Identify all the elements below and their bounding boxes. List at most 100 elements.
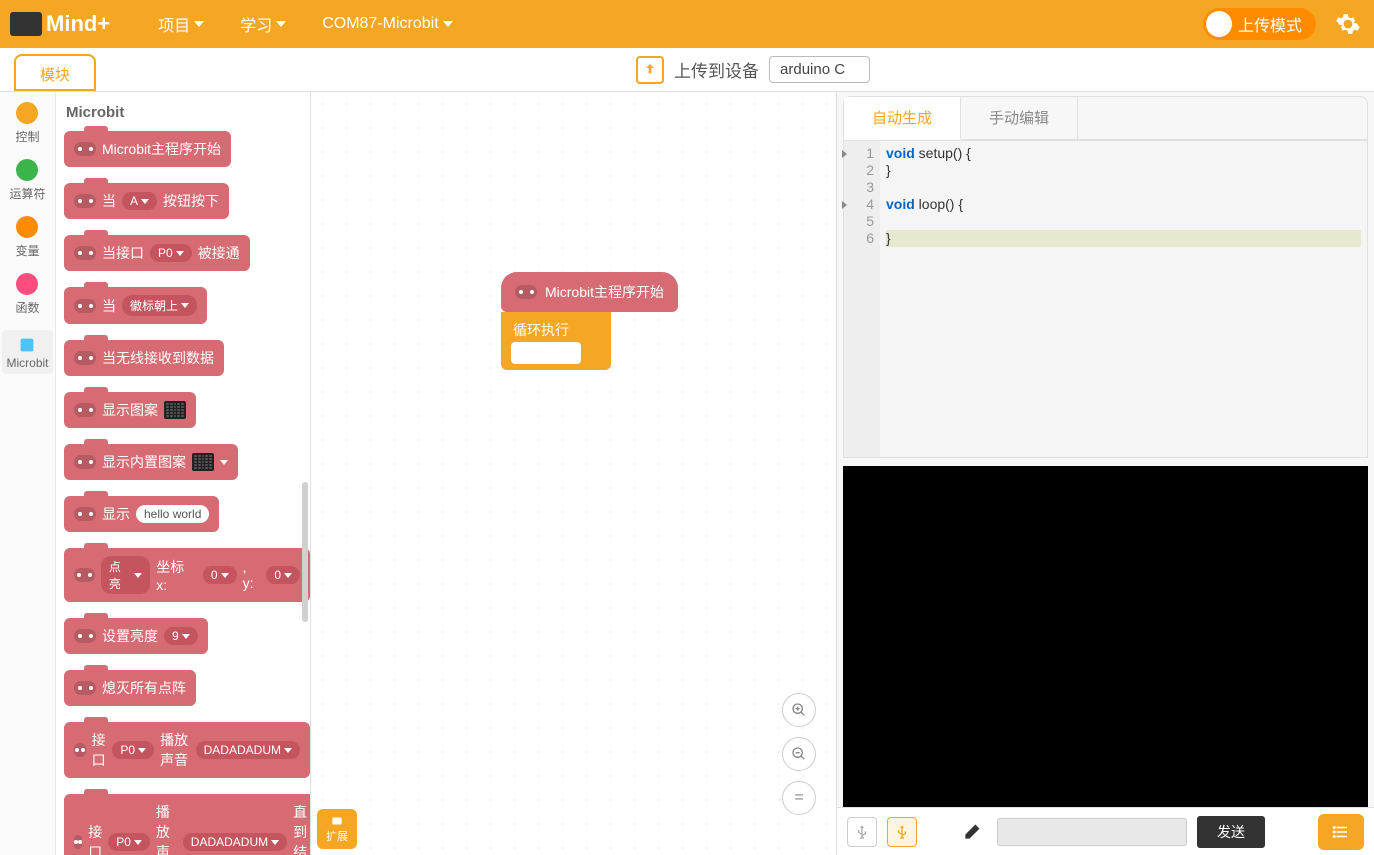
dropdown[interactable]: 0: [266, 566, 300, 584]
cat-label: 运算符: [9, 185, 45, 202]
dropdown[interactable]: 0: [203, 566, 237, 584]
list-icon: [1329, 823, 1353, 841]
block-icon: [74, 142, 96, 156]
main-area: 控制 运算符 变量 函数 Microbit Microbit Microbit主…: [0, 92, 1374, 855]
usb-icon: [894, 824, 910, 840]
block-pin-connected[interactable]: 当接口P0被接通: [64, 235, 250, 271]
serial-input[interactable]: [997, 818, 1187, 846]
dropdown[interactable]: 9: [164, 627, 198, 645]
menu-device[interactable]: COM87-Microbit: [304, 15, 470, 33]
block-label: 当: [102, 191, 116, 211]
code-tabs: 自动生成 手动编辑: [843, 96, 1368, 140]
block-show-text[interactable]: 显示hello world: [64, 496, 219, 532]
serial-console[interactable]: [843, 466, 1368, 807]
chevron-down-icon: [271, 840, 279, 845]
dropdown[interactable]: DADADADUM: [183, 833, 287, 851]
block-brightness[interactable]: 设置亮度 9: [64, 618, 208, 654]
block-label: 熄灭所有点阵: [102, 678, 186, 698]
cat-variables[interactable]: 变量: [15, 216, 39, 259]
chevron-down-icon: [443, 21, 453, 27]
block-play-sound[interactable]: 接口P0播放声音DADADADUM: [64, 722, 310, 778]
extension-button[interactable]: 扩展: [317, 809, 357, 849]
block-main-start[interactable]: Microbit主程序开始: [64, 131, 231, 167]
dropdown[interactable]: P0: [112, 741, 154, 759]
zoom-out-button[interactable]: [782, 737, 816, 771]
matrix-icon[interactable]: [192, 453, 214, 471]
tab-manual-edit[interactable]: 手动编辑: [961, 97, 1078, 139]
tab-auto-generate[interactable]: 自动生成: [844, 97, 961, 140]
code-text: loop(): [915, 196, 959, 212]
chevron-down-icon: [138, 748, 146, 753]
menu-learn[interactable]: 学习: [222, 12, 304, 36]
gear-icon: [1335, 11, 1361, 37]
block-label: 被接通: [198, 243, 240, 263]
usb-button[interactable]: [847, 817, 877, 847]
upload-button[interactable]: [636, 56, 664, 84]
chevron-down-icon: [276, 21, 286, 27]
hat-block[interactable]: Microbit主程序开始: [501, 272, 678, 312]
block-stack[interactable]: Microbit主程序开始 循环执行: [501, 272, 678, 370]
zoom-in-button[interactable]: [782, 693, 816, 727]
chevron-down-icon: [284, 573, 292, 578]
code-text: }: [886, 162, 1361, 179]
cat-label: 控制: [15, 128, 39, 145]
dropdown[interactable]: 点亮: [101, 556, 150, 594]
logo: Mind+: [10, 11, 110, 37]
block-play-sound-until[interactable]: 接口P0播放声音DADADADUM直到结束: [64, 794, 311, 855]
chevron-down-icon: [853, 65, 863, 71]
block-show-builtin[interactable]: 显示内置图案: [64, 444, 238, 480]
workspace-canvas[interactable]: Microbit主程序开始 循环执行 = 扩展: [311, 92, 836, 855]
block-label: 显示内置图案: [102, 452, 186, 472]
tab-blocks[interactable]: 模块: [14, 54, 96, 91]
block-label: 播放声音: [160, 730, 190, 770]
menu-project[interactable]: 项目: [140, 12, 222, 36]
dot-icon: [16, 273, 38, 295]
block-gesture[interactable]: 当徽标朝上: [64, 287, 207, 324]
block-show-pattern[interactable]: 显示图案: [64, 392, 196, 428]
dropdown[interactable]: P0: [150, 244, 192, 262]
block-plot[interactable]: 点亮坐标 x:0, y:0: [64, 548, 310, 602]
fold-icon[interactable]: [842, 150, 847, 158]
list-toggle-button[interactable]: [1318, 814, 1364, 850]
block-radio-receive[interactable]: 当无线接收到数据: [64, 340, 224, 376]
chevron-down-icon: [221, 573, 229, 578]
language-value: arduino C: [780, 61, 845, 78]
zoom-reset-button[interactable]: =: [782, 781, 816, 815]
block-label: Microbit主程序开始: [102, 139, 221, 159]
cat-control[interactable]: 控制: [15, 102, 39, 145]
block-button-pressed[interactable]: 当A按钮按下: [64, 183, 229, 219]
settings-button[interactable]: [1332, 8, 1364, 40]
usb-icon: [854, 824, 870, 840]
tabs-row: 模块 上传到设备 arduino C: [0, 48, 1374, 92]
cat-operators[interactable]: 运算符: [9, 159, 45, 202]
upload-mode-toggle[interactable]: 上传模式: [1203, 8, 1316, 40]
fold-icon[interactable]: [842, 201, 847, 209]
chevron-down-icon: [176, 251, 184, 256]
block-icon: [74, 629, 96, 643]
chevron-down-icon: [194, 21, 204, 27]
dropdown[interactable]: A: [122, 192, 157, 210]
language-select[interactable]: arduino C: [769, 56, 870, 83]
chip-icon: [16, 334, 38, 356]
usb-active-button[interactable]: [887, 817, 917, 847]
chevron-down-icon: [284, 748, 292, 753]
loop-block[interactable]: 循环执行: [501, 312, 611, 370]
scrollbar[interactable]: [302, 482, 308, 622]
dropdown[interactable]: 徽标朝上: [122, 295, 197, 316]
zoom-out-icon: [791, 746, 807, 762]
dropdown[interactable]: P0: [108, 833, 150, 851]
ext-label: 扩展: [326, 828, 348, 844]
text-input[interactable]: hello world: [136, 505, 209, 523]
code-editor[interactable]: 123456 void setup() { } void loop() { }: [843, 140, 1368, 458]
dropdown[interactable]: DADADADUM: [196, 741, 300, 759]
matrix-icon[interactable]: [164, 401, 186, 419]
block-label: 当无线接收到数据: [102, 348, 214, 368]
send-button[interactable]: 发送: [1197, 816, 1265, 848]
block-label: 设置亮度: [102, 626, 158, 646]
block-clear[interactable]: 熄灭所有点阵: [64, 670, 196, 706]
dot-icon: [16, 102, 38, 124]
cat-functions[interactable]: 函数: [15, 273, 39, 316]
zoom-controls: =: [782, 693, 816, 815]
cat-microbit[interactable]: Microbit: [2, 330, 52, 374]
eraser-button[interactable]: [957, 817, 987, 847]
